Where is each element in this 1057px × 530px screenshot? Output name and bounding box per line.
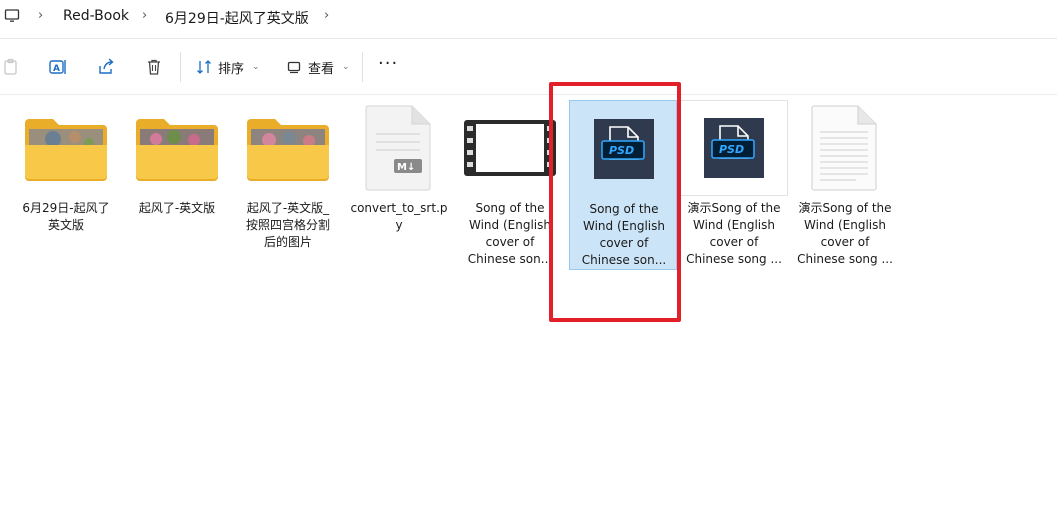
markdown-file-icon: M↓ — [345, 100, 453, 196]
breadcrumb-red-book[interactable]: Red-Book — [63, 8, 129, 24]
psd-badge: PSD — [719, 143, 744, 156]
markdown-badge: M↓ — [397, 162, 415, 173]
sort-menu[interactable]: 排序 ⌄ — [196, 56, 260, 78]
view-label: 查看 — [308, 61, 335, 77]
folder-item[interactable]: 6月29日-起风了 英文版 — [12, 100, 120, 270]
paste-icon[interactable] — [0, 56, 22, 78]
rename-button[interactable]: A — [47, 56, 69, 78]
file-item-document[interactable]: 演示Song of the Wind (English cover of Chi… — [791, 100, 899, 270]
video-file-icon — [456, 100, 564, 196]
chevron-right-icon[interactable]: › — [324, 8, 329, 23]
file-item-markdown[interactable]: M↓ convert_to_srt.p y — [345, 100, 453, 270]
file-label: convert_to_srt.p y — [350, 201, 448, 232]
address-bar[interactable]: › Red-Book › 6月29日-起风了英文版 › — [0, 0, 1057, 39]
more-options-button[interactable]: ··· — [378, 55, 398, 73]
chevron-right-icon[interactable]: › — [38, 8, 43, 23]
folder-icon — [123, 100, 231, 196]
psd-file-icon: PSD — [680, 100, 788, 196]
breadcrumb-current-folder[interactable]: 6月29日-起风了英文版 — [165, 8, 309, 28]
folder-icon — [12, 100, 120, 196]
sort-icon — [197, 60, 211, 74]
file-label: 6月29日-起风了 英文版 — [22, 201, 110, 232]
document-file-icon — [791, 100, 899, 196]
file-item-psd[interactable]: PSD 演示Song of the Wind (English cover of… — [680, 100, 788, 270]
view-icon — [287, 61, 301, 74]
chevron-right-icon[interactable]: › — [142, 8, 147, 23]
folder-item[interactable]: 起风了-英文版 — [123, 100, 231, 270]
file-label: 起风了-英文版_ 按照四宫格分割 后的图片 — [245, 201, 330, 249]
file-label: 演示Song of the Wind (English cover of Chi… — [686, 201, 782, 266]
file-label: Song of the Wind (English cover of Chine… — [467, 201, 553, 266]
file-item-video[interactable]: Song of the Wind (English cover of Chine… — [456, 100, 564, 270]
highlight-frame — [549, 82, 681, 322]
chevron-down-icon: ⌄ — [342, 62, 350, 72]
folder-item[interactable]: 起风了-英文版_ 按照四宫格分割 后的图片 — [234, 100, 342, 270]
folder-icon — [234, 100, 342, 196]
file-label: 起风了-英文版 — [138, 201, 216, 215]
share-button[interactable] — [95, 56, 117, 78]
file-label: 演示Song of the Wind (English cover of Chi… — [797, 201, 893, 266]
command-bar: A 排序 ⌄ 查看 ⌄ ··· — [0, 38, 1057, 95]
sort-label: 排序 — [218, 61, 245, 77]
toolbar-separator — [362, 52, 363, 82]
delete-button[interactable] — [143, 56, 165, 78]
toolbar-separator — [180, 52, 181, 82]
monitor-icon[interactable] — [4, 8, 20, 28]
view-menu[interactable]: 查看 ⌄ — [286, 56, 350, 78]
svg-text:A: A — [53, 64, 60, 74]
chevron-down-icon: ⌄ — [252, 62, 260, 72]
